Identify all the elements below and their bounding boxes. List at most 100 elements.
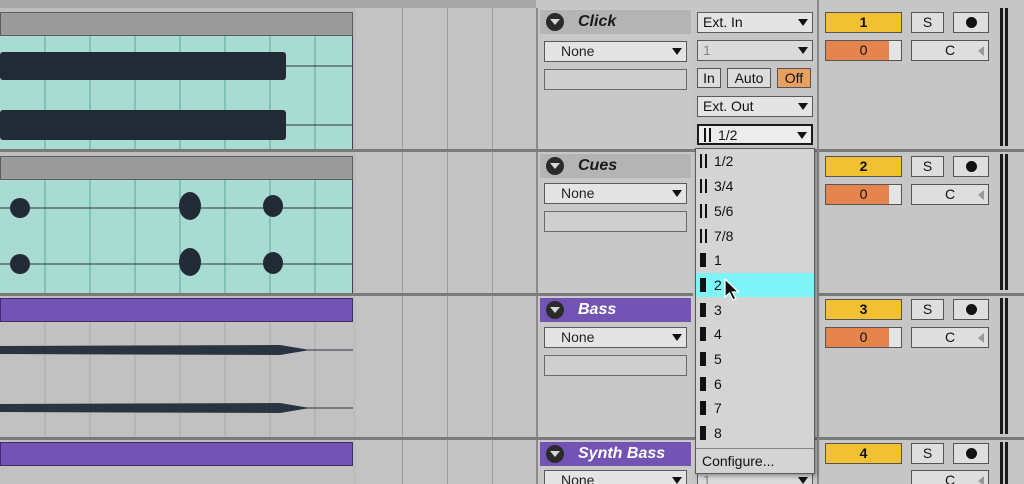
level-meter: [1005, 154, 1008, 290]
mono-channel-icon: [700, 377, 708, 391]
solo-button[interactable]: S: [911, 12, 944, 33]
menu-item-label: 7: [714, 400, 722, 416]
mixer-separator: [819, 293, 1024, 296]
menu-item-7-8[interactable]: 7/8: [696, 224, 814, 248]
audio-clip-click[interactable]: [0, 36, 353, 149]
audio-clip-cues[interactable]: [0, 180, 353, 293]
fold-toggle-icon[interactable]: [546, 301, 564, 319]
pan-knob[interactable]: C: [911, 327, 989, 348]
audio-clip-header[interactable]: [0, 156, 353, 180]
solo-button[interactable]: S: [911, 443, 944, 464]
menu-item-3-4[interactable]: 3/4: [696, 174, 814, 198]
menu-item-5[interactable]: 5: [696, 347, 814, 371]
chevron-down-icon: [798, 477, 808, 484]
chevron-down-icon: [672, 190, 682, 197]
mono-channel-icon: [700, 426, 708, 440]
fold-toggle-icon[interactable]: [546, 445, 564, 463]
mono-channel-icon: [700, 303, 708, 317]
track-activator-button[interactable]: 3: [825, 299, 902, 320]
menu-item-4[interactable]: 4: [696, 322, 814, 346]
audio-to-dropdown[interactable]: Ext. Out: [697, 96, 813, 117]
mixer-separator: [819, 437, 1024, 440]
track-name: Synth Bass: [578, 445, 666, 462]
menu-item-2[interactable]: 2: [696, 273, 814, 297]
input-type-dropdown[interactable]: None: [544, 327, 687, 348]
audio-from-dropdown[interactable]: Ext. In: [697, 12, 813, 33]
mono-channel-icon: [700, 278, 708, 292]
track-activator-button[interactable]: 4: [825, 443, 902, 464]
click-waveform: [0, 36, 353, 149]
level-meter: [1000, 298, 1003, 434]
track-activator-button[interactable]: 1: [825, 12, 902, 33]
input-channel-box[interactable]: [544, 355, 687, 376]
volume-slider[interactable]: 0: [825, 327, 902, 348]
mono-channel-icon: [700, 253, 708, 267]
monitor-in-button[interactable]: In: [697, 68, 721, 88]
menu-item-1[interactable]: 1: [696, 248, 814, 272]
track-title-bar[interactable]: Click: [540, 10, 691, 34]
monitor-auto-button[interactable]: Auto: [727, 68, 771, 88]
audio-to-value: Ext. Out: [703, 98, 754, 114]
audio-clip-header[interactable]: [0, 12, 353, 36]
arm-record-button[interactable]: [953, 443, 989, 464]
audio-clip-header[interactable]: [0, 442, 353, 466]
empty-grid[interactable]: [356, 8, 536, 149]
track-title-bar[interactable]: Synth Bass: [540, 442, 691, 466]
menu-item-label: 3/4: [714, 178, 734, 194]
arm-record-button[interactable]: [953, 299, 989, 320]
pan-knob[interactable]: C: [911, 40, 989, 61]
monitor-off-button[interactable]: Off: [777, 68, 811, 88]
input-type-dropdown[interactable]: None: [544, 470, 687, 484]
stereo-channel-icon: [700, 154, 708, 168]
level-meter: [1005, 442, 1008, 484]
volume-slider[interactable]: 0: [825, 184, 902, 205]
solo-button[interactable]: S: [911, 299, 944, 320]
arm-record-button[interactable]: [953, 156, 989, 177]
empty-grid[interactable]: [356, 296, 536, 437]
mono-channel-icon: [700, 327, 708, 341]
arrangement-lane-cues: [0, 152, 536, 293]
input-channel-value: 1: [703, 42, 711, 58]
menu-item-label: 1: [714, 252, 722, 268]
empty-grid[interactable]: [356, 152, 536, 293]
pan-knob[interactable]: C: [911, 470, 989, 484]
audio-from-value: Ext. In: [703, 14, 743, 30]
track-header: Cues None: [536, 152, 693, 293]
pan-knob[interactable]: C: [911, 184, 989, 205]
menu-item-6[interactable]: 6: [696, 372, 814, 396]
bass-waveform: [0, 322, 353, 437]
fold-toggle-icon[interactable]: [546, 13, 564, 31]
audio-clip-header[interactable]: [0, 298, 353, 322]
input-type-dropdown[interactable]: None: [544, 41, 687, 62]
solo-button[interactable]: S: [911, 156, 944, 177]
output-channel-dropdown[interactable]: 1/2: [697, 124, 813, 145]
menu-item-3[interactable]: 3: [696, 298, 814, 322]
track-title-bar[interactable]: Cues: [540, 154, 691, 178]
mouse-pointer-icon: [724, 278, 741, 301]
input-channel-box[interactable]: [544, 211, 687, 232]
input-channel-box[interactable]: [544, 69, 687, 90]
chevron-down-icon: [797, 132, 807, 139]
menu-item-5-6[interactable]: 5/6: [696, 199, 814, 223]
input-type-dropdown[interactable]: None: [544, 183, 687, 204]
menu-item-8[interactable]: 8: [696, 421, 814, 445]
output-channel-menu: 1/2 3/4 5/6 7/8 1 2 3 4 5 6 7 8 Configur…: [695, 148, 815, 474]
menu-item-1-2[interactable]: 1/2: [696, 149, 814, 173]
stereo-channel-icon: [700, 204, 708, 218]
fold-toggle-icon[interactable]: [546, 157, 564, 175]
menu-item-7[interactable]: 7: [696, 396, 814, 420]
volume-slider[interactable]: 0: [825, 40, 902, 61]
menu-item-label: 5: [714, 351, 722, 367]
arm-record-button[interactable]: [953, 12, 989, 33]
track-title-bar[interactable]: Bass: [540, 298, 691, 322]
input-type-value: None: [561, 329, 595, 345]
menu-item-configure[interactable]: Configure...: [696, 448, 814, 472]
audio-clip-bass[interactable]: [0, 322, 353, 437]
empty-grid[interactable]: [356, 440, 536, 484]
track-header: Synth Bass None: [536, 440, 693, 484]
track-activator-button[interactable]: 2: [825, 156, 902, 177]
level-meter: [1000, 442, 1003, 484]
input-channel-dropdown[interactable]: 1: [697, 40, 813, 61]
audio-clip-synth-bass[interactable]: [0, 466, 353, 484]
output-channel-value: 1/2: [718, 127, 738, 143]
